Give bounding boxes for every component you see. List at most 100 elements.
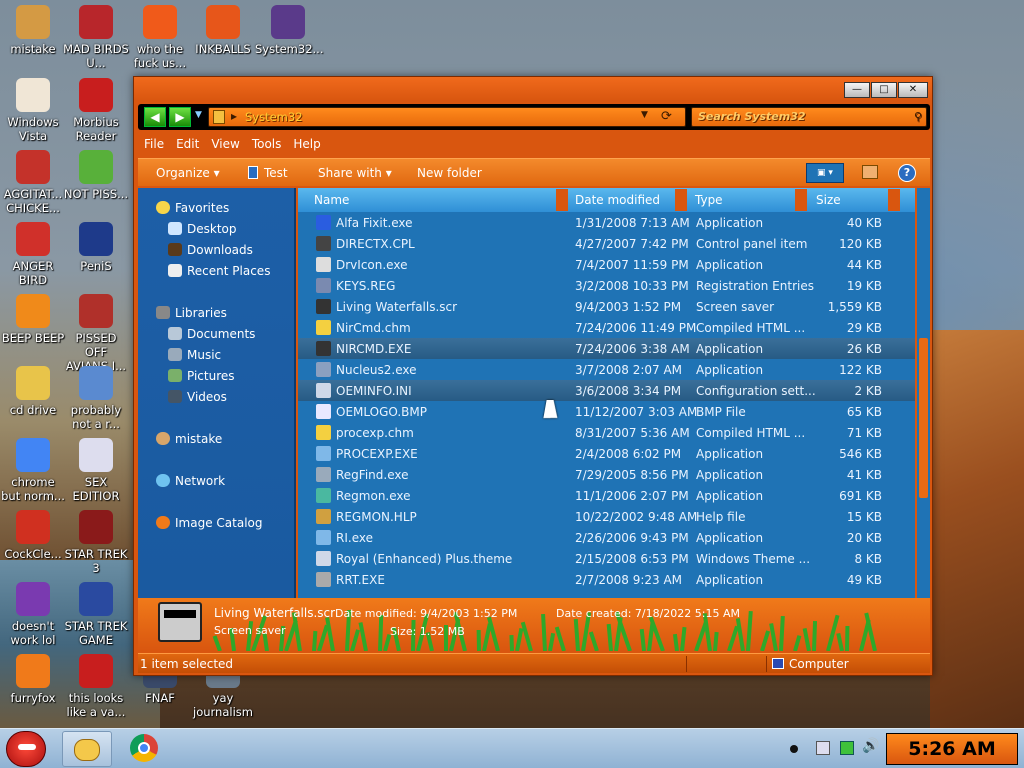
file-row[interactable]: procexp.chm 8/31/2007 5:36 AM Compiled HTM… [298,422,915,443]
title-bar[interactable]: — □ ✕ [134,77,932,101]
history-dropdown-icon[interactable]: ▼ [195,110,202,120]
file-row[interactable]: NIRCMD.EXE 7/24/2006 3:38 AM Application 26… [298,338,915,359]
address-dropdown-icon[interactable]: ▼ [641,110,648,120]
desktop-icon-who-the-fuck[interactable]: who the fuck us... [127,5,193,70]
nav-downloads[interactable]: Downloads [168,243,253,257]
column-name[interactable]: Name [314,193,349,207]
file-row[interactable]: REGMON.HLP 10/22/2002 9:48 AM Help file 15 … [298,506,915,527]
search-icon[interactable]: ⚲ [914,108,922,126]
nav-videos[interactable]: Videos [168,390,227,404]
file-row[interactable]: Alfa Fixit.exe 1/31/2008 7:13 AM Applicati… [298,212,915,233]
search-input[interactable]: Search System32 ⚲ [691,107,927,127]
record-tray-icon[interactable] [790,745,798,753]
desktop-icon-not-pissed[interactable]: NOT PISS... [63,150,129,201]
file-row[interactable]: KEYS.REG 3/2/2008 10:33 PM Registration En… [298,275,915,296]
network-tray-icon[interactable] [840,741,854,755]
desktop-icon-aggitated-chicken[interactable]: AGGITAT... CHICKE... [0,150,66,215]
cockcle-icon [16,510,50,544]
desktop-icon-cd-drive[interactable]: cd drive [0,366,66,417]
desktop-icon-mistake[interactable]: mistake [0,5,66,56]
desktop-icon-system32-archive[interactable]: System32... [255,5,323,56]
minimize-button[interactable]: — [844,82,870,98]
column-date-modified[interactable]: Date modified [575,193,660,207]
desktop-icon-mad-birds[interactable]: MAD BIRDS U... [63,5,129,70]
nav-mistake[interactable]: mistake [156,432,222,446]
file-row[interactable]: RI.exe 2/26/2006 9:43 PM Application 20 KB [298,527,915,548]
vertical-scrollbar[interactable] [917,188,930,598]
desktop-icon-furryfox[interactable]: furryfox [0,654,66,705]
desktop-icon-this-looks[interactable]: this looks like a va... [63,654,129,719]
nav-recent-places[interactable]: Recent Places [168,264,270,278]
preview-pane-icon[interactable] [862,165,878,179]
desktop-icon-cockcle[interactable]: CockCle... [0,510,66,561]
desktop-icon-anger-bird[interactable]: ANGER BIRD [0,222,66,287]
share-with-button[interactable]: Share with ▾ [318,166,392,180]
menu-edit[interactable]: Edit [170,134,205,151]
desktop-icon-chrome[interactable]: chrome but norm... [0,438,66,503]
nav-favorites[interactable]: Favorites [156,201,229,215]
nav-libraries[interactable]: Libraries [156,306,227,320]
desktop-icon-beep-beep[interactable]: BEEP BEEP [0,294,66,345]
desktop-icon-star-trek-3[interactable]: STAR TREK 3 [63,510,129,575]
desktop-icon-inkballs[interactable]: INKBALLS [190,5,256,56]
menu-file[interactable]: File [138,134,170,151]
clock[interactable]: 5:26 AM [886,733,1018,765]
close-button[interactable]: ✕ [898,82,928,98]
file-row[interactable]: DIRECTX.CPL 4/27/2007 7:42 PM Control pane… [298,233,915,254]
file-row[interactable]: Nucleus2.exe 3/7/2008 2:07 AM Application 1… [298,359,915,380]
desktop-icon-penis[interactable]: PeniS [63,222,129,273]
column-divider[interactable] [556,189,568,211]
maximize-button[interactable]: □ [871,82,897,98]
new-folder-button[interactable]: New folder [417,166,482,180]
nav-image-catalog[interactable]: Image Catalog [156,516,262,530]
volume-tray-icon[interactable]: 🔊 [862,738,879,754]
nav-documents[interactable]: Documents [168,327,255,341]
desktop-icon-doesnt-work[interactable]: doesn't work lol [0,582,66,647]
menu-tools[interactable]: Tools [246,134,288,151]
grass-blade [509,634,514,651]
file-row[interactable]: Royal (Enhanced) Plus.theme 2/15/2008 6:5… [298,548,915,569]
desktop-icon-sex-editior[interactable]: SEX EDITIOR [63,438,129,503]
file-row[interactable]: PROCEXP.EXE 2/4/2008 6:02 PM Application 54… [298,443,915,464]
desktop-icon-probably-not-a-r[interactable]: probably not a r... [63,366,129,431]
file-row[interactable]: Living Waterfalls.scr 9/4/2003 1:52 PM Scr… [298,296,915,317]
taskbar-explorer-button[interactable] [62,731,112,767]
file-row[interactable]: Regmon.exe 11/1/2006 2:07 PM Application 69… [298,485,915,506]
start-button[interactable] [6,731,46,767]
file-row[interactable]: RRT.EXE 2/7/2008 9:23 AM Application 49 KB [298,569,915,590]
chrome-center [138,742,150,754]
nav-pictures[interactable]: Pictures [168,369,235,383]
address-field[interactable]: ▸ System32 ▼ ⟳ [208,107,686,127]
file-row[interactable]: OEMINFO.INI 3/6/2008 3:34 PM Configuration… [298,380,915,401]
forward-button[interactable]: ▶ [169,107,191,127]
view-options-icon[interactable]: ▣ ▾ [806,163,844,183]
file-row[interactable]: OEMLOGO.BMP 11/12/2007 3:03 AM BMP File 65 … [298,401,915,422]
nav-desktop[interactable]: Desktop [168,222,237,236]
nav-music[interactable]: Music [168,348,221,362]
system32-archive-icon [271,5,305,39]
file-row[interactable]: NirCmd.chm 7/24/2006 11:49 PM Compiled HTM… [298,317,915,338]
column-type[interactable]: Type [695,193,723,207]
organize-button[interactable]: Organize ▾ [156,166,220,180]
scrollbar-thumb[interactable] [919,338,928,498]
column-divider[interactable] [675,189,687,211]
videos-icon [168,390,182,403]
chrome-taskbar-icon[interactable] [130,734,158,762]
help-icon[interactable]: ? [898,164,916,182]
back-button[interactable]: ◀ [144,107,166,127]
column-size[interactable]: Size [816,193,841,207]
desktop-icon-windows-vista[interactable]: Windows Vista [0,78,66,143]
desktop-icon-morbius-reader[interactable]: Morbius Reader [63,78,129,143]
nav-network[interactable]: Network [156,474,225,488]
column-divider[interactable] [888,189,900,211]
desktop-icon-star-trek-game[interactable]: STAR TREK GAME [63,582,129,647]
file-row[interactable]: RegFind.exe 7/29/2005 8:56 PM Application 4… [298,464,915,485]
menu-help[interactable]: Help [287,134,326,151]
refresh-icon[interactable]: ⟳ [661,109,672,124]
file-row[interactable]: DrvIcon.exe 7/4/2007 11:59 PM Application 4… [298,254,915,275]
safely-remove-tray-icon[interactable] [816,741,830,755]
test-button[interactable]: Test [248,166,288,180]
menu-view[interactable]: View [205,134,245,151]
column-divider[interactable] [795,189,807,211]
desktop-icon-pissed-off-avians[interactable]: PISSED OFF AVIANS I... [63,294,129,373]
